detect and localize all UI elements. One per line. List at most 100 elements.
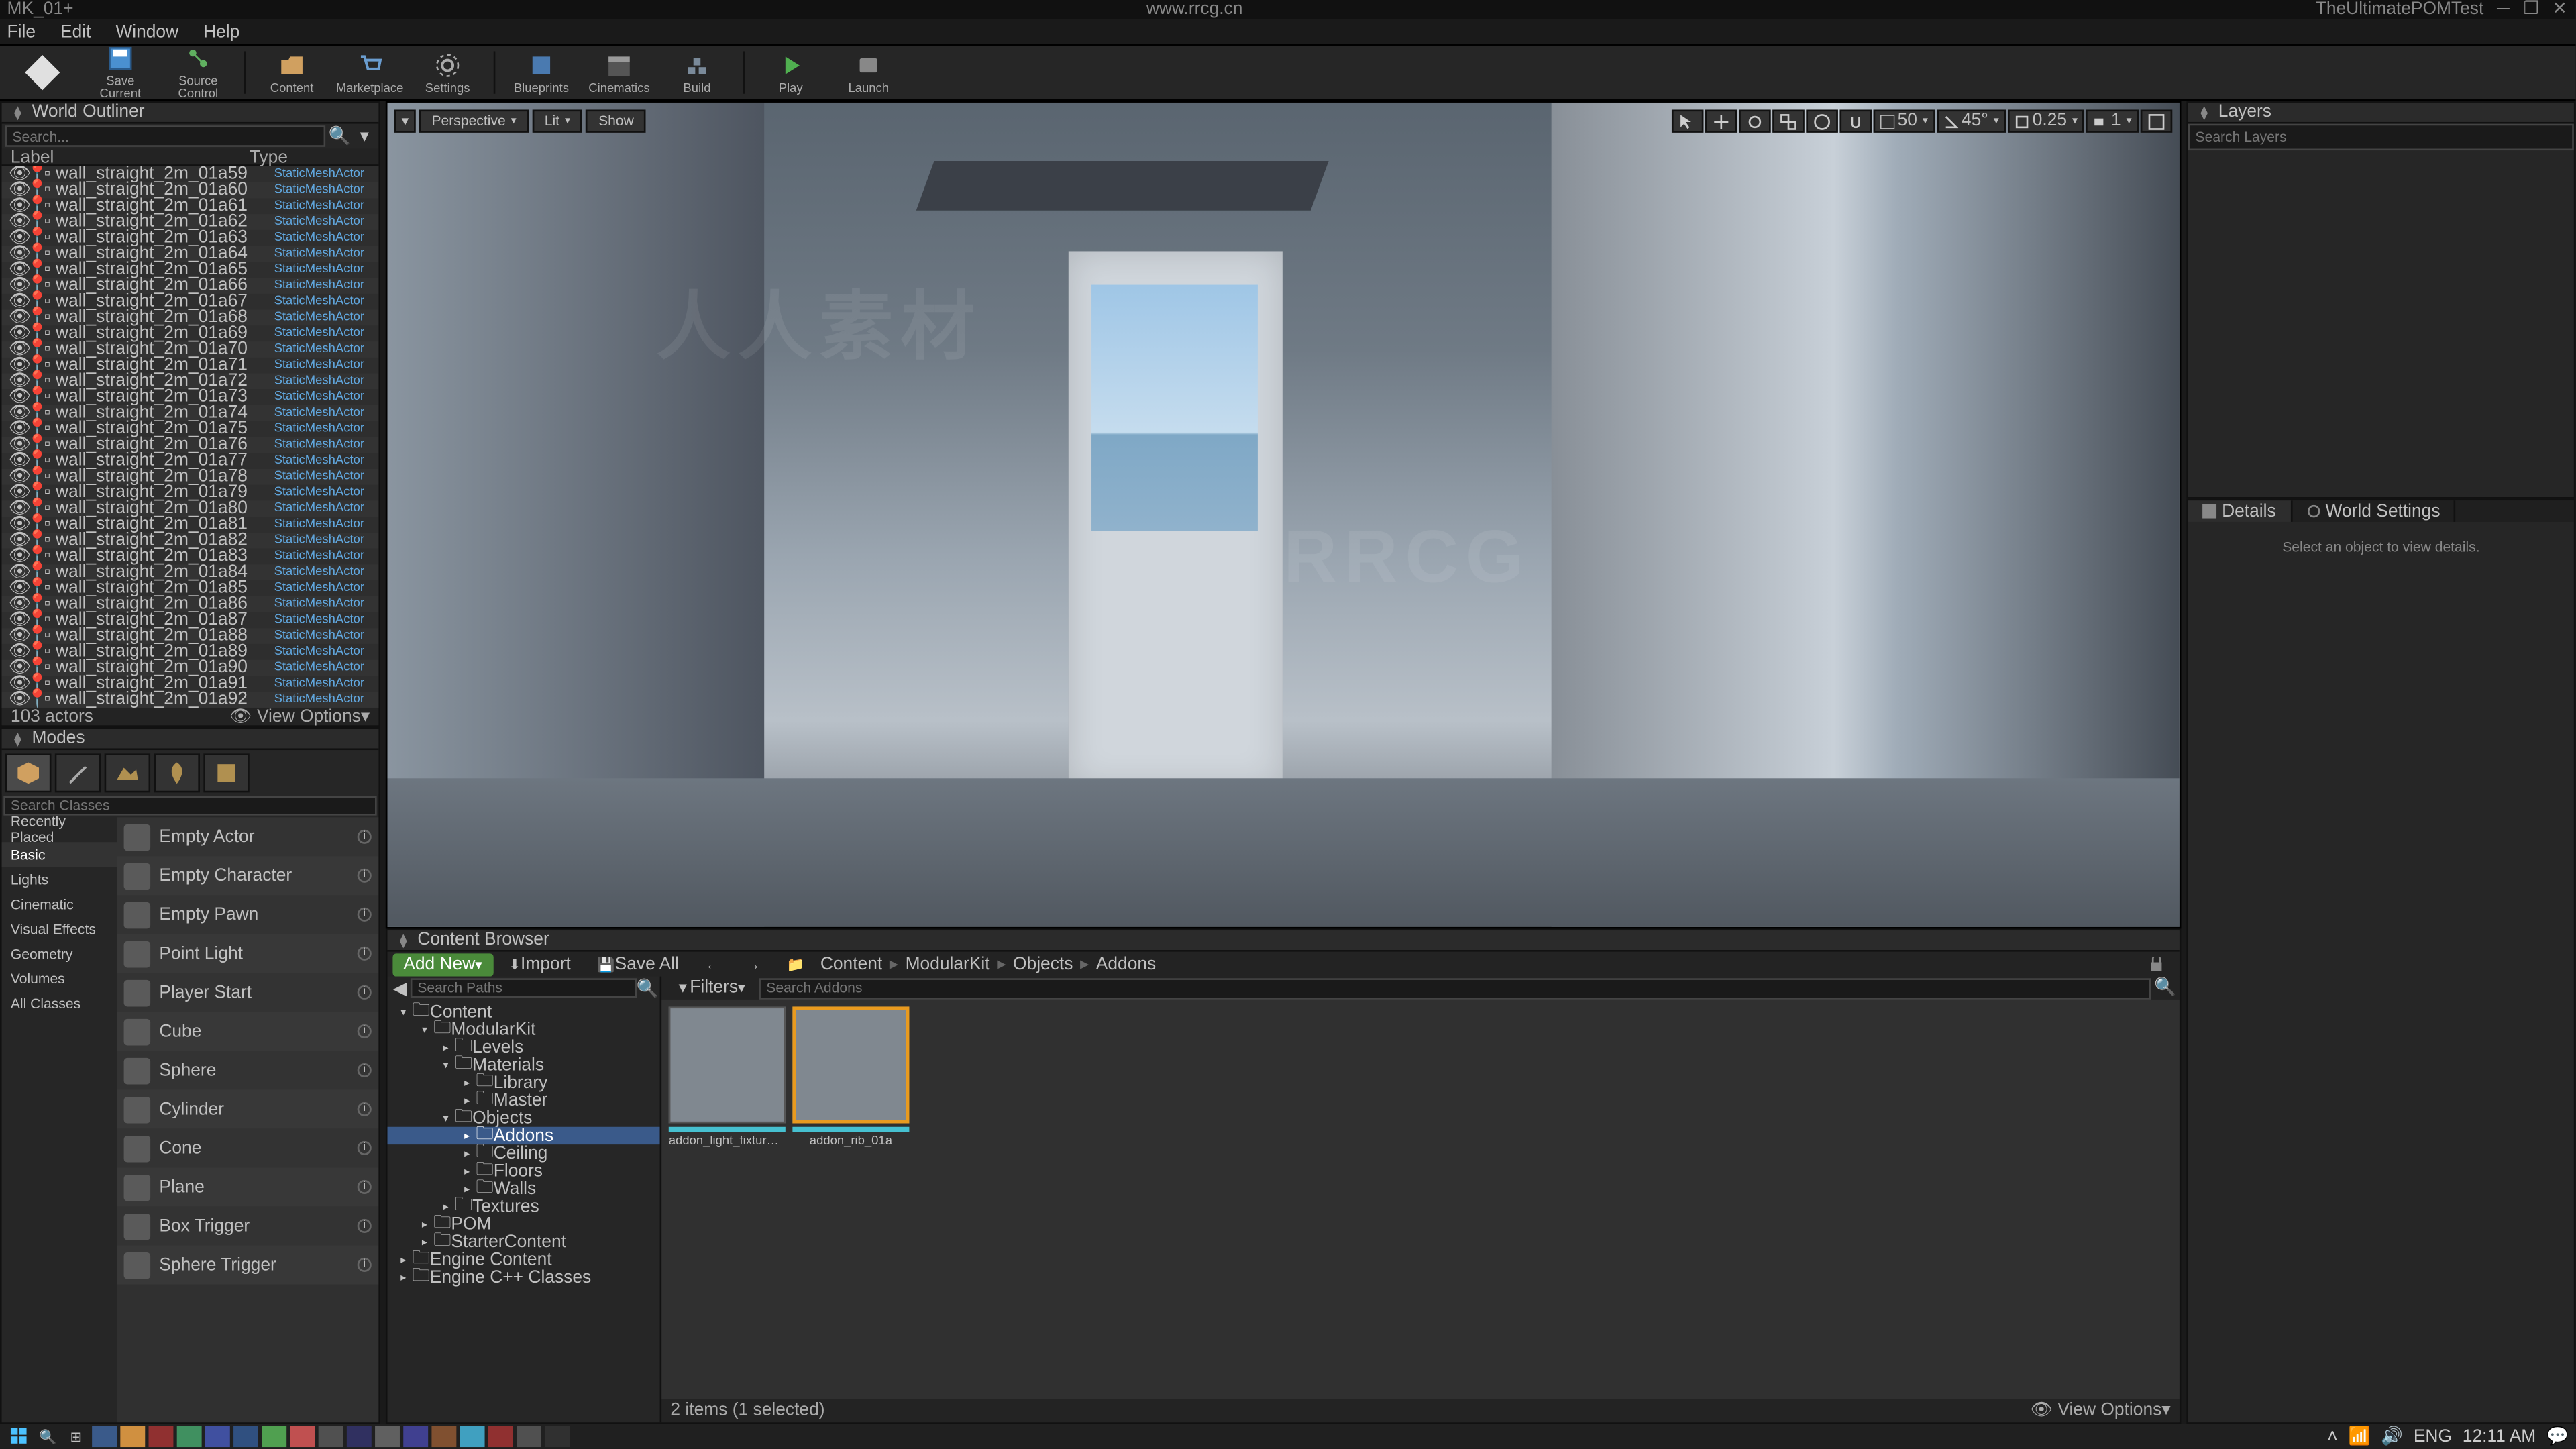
viewport-canvas[interactable]: 人人素材 RRCG	[388, 103, 2180, 927]
asset-thumbnail[interactable]	[792, 1006, 909, 1123]
transform-rotate-button[interactable]	[1738, 109, 1770, 132]
settings-button[interactable]: Settings	[412, 46, 482, 99]
place-item[interactable]: Empty Characteri	[117, 856, 378, 895]
place-item[interactable]: Cubei	[117, 1012, 378, 1051]
taskbar-app-12[interactable]	[403, 1426, 428, 1447]
place-item[interactable]: Conei	[117, 1128, 378, 1167]
tree-arrow-icon[interactable]: ▸	[437, 1041, 454, 1053]
search-classes-input[interactable]	[3, 796, 376, 816]
asset-thumbnail[interactable]	[669, 1006, 786, 1123]
taskbar-app-16[interactable]	[517, 1426, 541, 1447]
tree-item[interactable]: ▸🗀Floors	[388, 1163, 660, 1180]
tree-arrow-icon[interactable]: ▸	[458, 1077, 476, 1089]
info-icon[interactable]: i	[358, 1063, 372, 1077]
taskbar-app-3[interactable]	[149, 1426, 174, 1447]
tree-arrow-icon[interactable]: ▾	[394, 1006, 412, 1018]
asset-tile[interactable]: addon_rib_01a	[792, 1006, 909, 1148]
tree-item[interactable]: ▸🗀Library	[388, 1074, 660, 1091]
search-assets-input[interactable]	[759, 977, 2151, 999]
tray-notifications-icon[interactable]: 💬	[2546, 1427, 2569, 1446]
modes-category[interactable]: All Classes	[2, 991, 117, 1016]
breadcrumb-item[interactable]: ModularKit	[906, 955, 990, 974]
close-button[interactable]: ✕	[2551, 1, 2569, 18]
menu-window[interactable]: Window	[115, 22, 178, 42]
transform-move-button[interactable]	[1705, 109, 1736, 132]
tray-network-icon[interactable]: 📶	[2348, 1427, 2370, 1446]
filter-dropdown[interactable]: ▾	[354, 125, 375, 147]
search-icon[interactable]: 🔍	[637, 978, 658, 1000]
tree-arrow-icon[interactable]: ▾	[437, 1059, 454, 1071]
maximize-button[interactable]: ❐	[2522, 1, 2540, 18]
tab-world-settings[interactable]: World Settings	[2292, 500, 2456, 522]
tray-time[interactable]: 12:11 AM	[2463, 1427, 2536, 1446]
place-item[interactable]: Planei	[117, 1167, 378, 1206]
taskbar-app-6[interactable]	[233, 1426, 258, 1447]
place-item[interactable]: Empty Pawni	[117, 895, 378, 934]
tree-item[interactable]: ▸🗀Walls	[388, 1180, 660, 1197]
info-icon[interactable]: i	[358, 830, 372, 844]
place-item[interactable]: Empty Actori	[117, 817, 378, 856]
tab-details[interactable]: Details	[2188, 500, 2292, 522]
tree-item[interactable]: ▸🗀Textures	[388, 1197, 660, 1215]
lock-button[interactable]	[2139, 953, 2174, 975]
task-view-button[interactable]: ⊞	[64, 1426, 89, 1447]
info-icon[interactable]: i	[358, 1258, 372, 1272]
view-options-button[interactable]: 👁 View Options▾	[2031, 1401, 2171, 1421]
tree-item[interactable]: ▸🗀Levels	[388, 1038, 660, 1056]
info-icon[interactable]: i	[358, 869, 372, 883]
path-picker-button[interactable]: 📁	[776, 953, 815, 975]
tree-item[interactable]: ▸🗀Ceiling	[388, 1144, 660, 1162]
outliner-row[interactable]: 👁📍▫wall_straight_2m_01a92StaticMeshActor	[2, 692, 379, 708]
info-icon[interactable]: i	[358, 1141, 372, 1155]
tree-arrow-icon[interactable]: ▾	[437, 1112, 454, 1124]
tray-volume-icon[interactable]: 🔊	[2381, 1427, 2403, 1446]
visibility-icon[interactable]: 👁	[9, 690, 26, 707]
transform-scale-button[interactable]	[1772, 109, 1803, 132]
launch-button[interactable]: Launch	[833, 46, 904, 99]
mode-paint-tab[interactable]	[55, 753, 101, 792]
place-item[interactable]: Cylinderi	[117, 1089, 378, 1128]
breadcrumb-item[interactable]: Addons	[1096, 955, 1156, 974]
tree-item[interactable]: ▾🗀Materials	[388, 1056, 660, 1073]
taskbar-app-8[interactable]	[290, 1426, 315, 1447]
tree-arrow-icon[interactable]: ▸	[458, 1147, 476, 1159]
modes-category[interactable]: Cinematic	[2, 892, 117, 916]
start-button[interactable]	[7, 1426, 32, 1447]
asset-tile[interactable]: addon_light_fixture_01a	[669, 1006, 786, 1148]
scale-snap-value[interactable]: 0.25	[2008, 109, 2085, 132]
layers-search-input[interactable]	[2188, 124, 2574, 151]
filters-button[interactable]: ▼ Filters ▾	[665, 977, 756, 1000]
taskbar-app-7[interactable]	[262, 1426, 286, 1447]
perspective-dropdown[interactable]: Perspective	[419, 109, 529, 132]
info-icon[interactable]: i	[358, 908, 372, 922]
cinematics-button[interactable]: Cinematics	[584, 46, 654, 99]
history-forward-button[interactable]: →	[735, 953, 771, 975]
tree-arrow-icon[interactable]: ▸	[394, 1253, 412, 1265]
place-item[interactable]: Spherei	[117, 1051, 378, 1089]
mode-geometry-tab[interactable]	[203, 753, 250, 792]
coord-space-button[interactable]	[1805, 109, 1837, 132]
grid-snap-value[interactable]: 50	[1873, 109, 1935, 132]
breadcrumb-item[interactable]: Content	[820, 955, 882, 974]
camera-speed-value[interactable]: 1	[2086, 109, 2139, 132]
tree-arrow-icon[interactable]: ▸	[394, 1271, 412, 1283]
history-back-button[interactable]: ←	[695, 953, 731, 975]
info-icon[interactable]: i	[358, 1102, 372, 1116]
search-icon[interactable]: 🔍	[329, 125, 350, 147]
outliner-header[interactable]: World Outliner	[2, 103, 379, 124]
place-item[interactable]: Point Lighti	[117, 934, 378, 973]
build-button[interactable]: Build	[661, 46, 732, 99]
content-button[interactable]: Content	[256, 46, 327, 99]
info-icon[interactable]: i	[358, 1024, 372, 1038]
unreal-logo[interactable]	[7, 46, 78, 99]
taskbar-app-1[interactable]	[92, 1426, 117, 1447]
place-item[interactable]: Box Triggeri	[117, 1206, 378, 1245]
taskbar-app-13[interactable]	[431, 1426, 456, 1447]
info-icon[interactable]: i	[358, 985, 372, 1000]
folder-tree[interactable]: ▾🗀Content▾🗀ModularKit▸🗀Levels▾🗀Materials…	[388, 1000, 660, 1422]
modes-header[interactable]: Modes	[2, 729, 379, 750]
import-button[interactable]: ⬇ Import	[498, 953, 582, 975]
taskbar-app-14[interactable]	[460, 1426, 485, 1447]
taskbar-app-4[interactable]	[177, 1426, 202, 1447]
save-button[interactable]: Save Current	[85, 46, 156, 99]
